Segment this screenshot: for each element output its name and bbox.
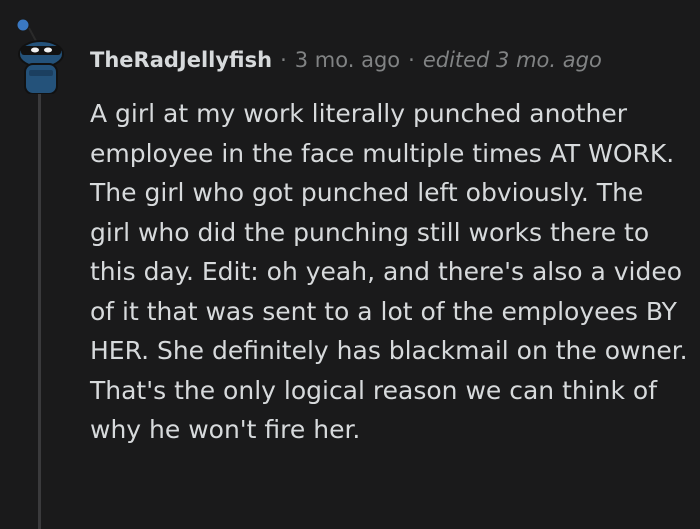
separator-dot: ·: [408, 48, 415, 72]
thread-collapse-line[interactable]: [38, 92, 41, 529]
comment-body: A girl at my work literally punched anot…: [90, 99, 688, 444]
snoo-avatar-icon: [16, 18, 64, 95]
username-link[interactable]: TheRadJellyfish: [90, 48, 272, 72]
avatar[interactable]: [10, 14, 72, 95]
comment-header: TheRadJellyfish · 3 mo. ago · edited 3 m…: [90, 44, 602, 76]
separator-dot: ·: [280, 48, 287, 72]
comment: TheRadJellyfish · 3 mo. ago · edited 3 m…: [0, 0, 700, 529]
timestamp[interactable]: 3 mo. ago: [295, 48, 400, 72]
edited-label: edited 3 mo. ago: [422, 48, 602, 72]
